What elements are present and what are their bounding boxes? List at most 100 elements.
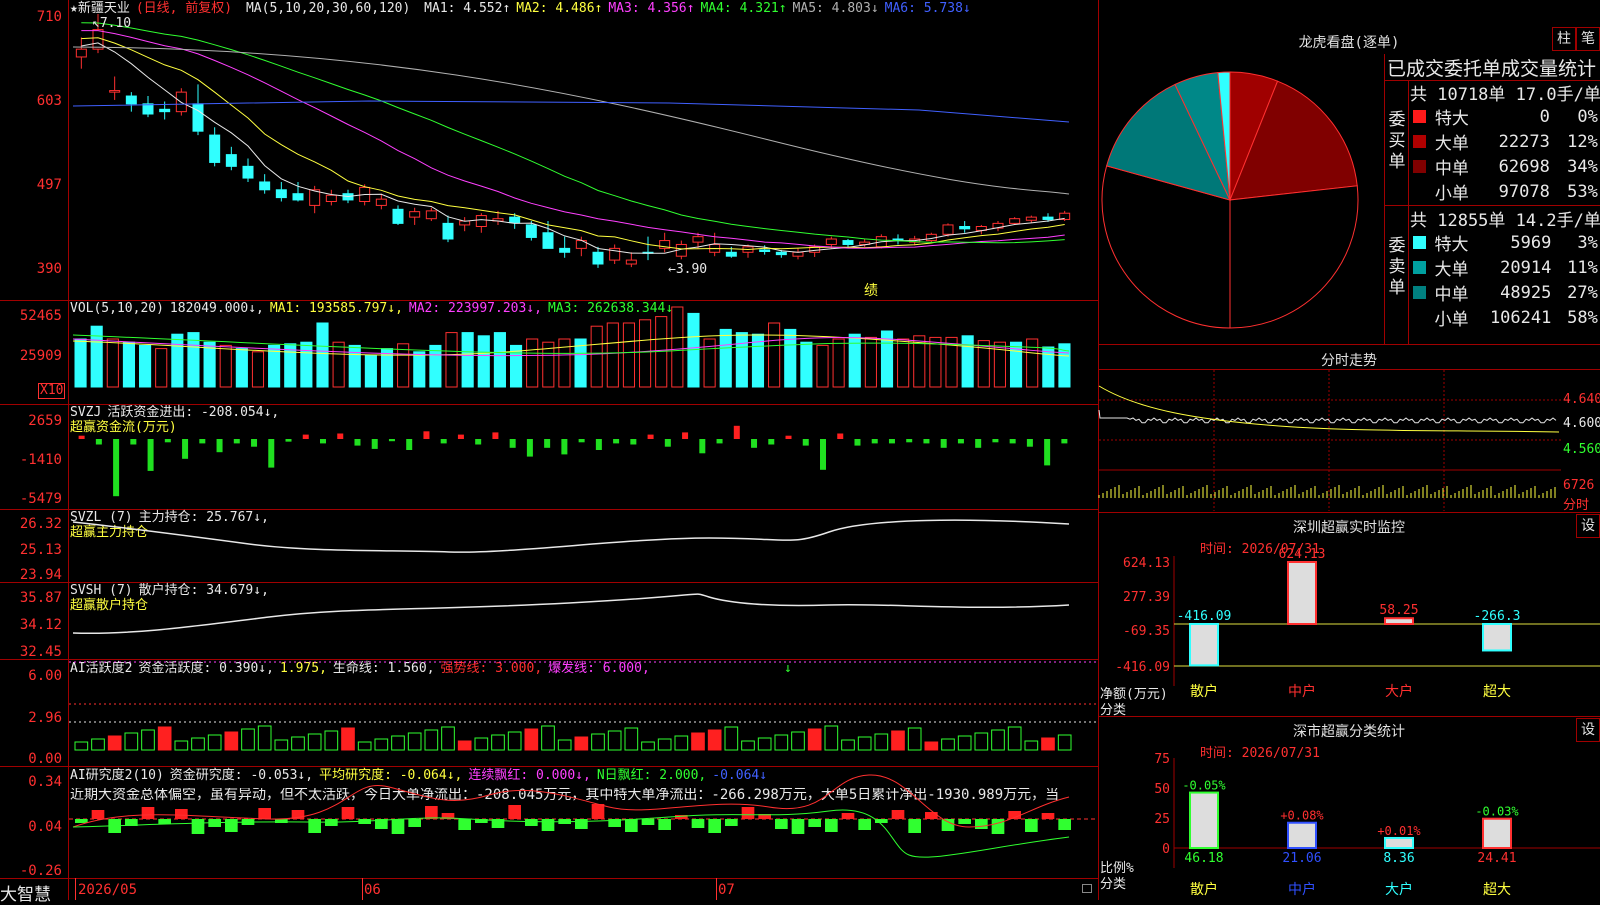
flow-bar bbox=[630, 439, 637, 445]
tick-mode-button[interactable]: 笔 bbox=[1576, 27, 1600, 51]
activity-bar bbox=[907, 727, 922, 751]
monitor-category: 中户 bbox=[1288, 683, 1316, 700]
activity-bar bbox=[807, 728, 822, 751]
flow-bar bbox=[130, 439, 137, 445]
svzj-chart[interactable] bbox=[69, 405, 1098, 509]
volume-cell: 106241 bbox=[1489, 307, 1552, 328]
rp-sep bbox=[1098, 512, 1600, 513]
flow-bar bbox=[785, 435, 792, 439]
intraday-chart[interactable] bbox=[1098, 370, 1561, 511]
flow-bar bbox=[613, 439, 620, 444]
candle-body bbox=[209, 134, 221, 163]
research-bar bbox=[825, 819, 838, 832]
monitor-category: 超大 bbox=[1483, 684, 1511, 700]
flow-bar bbox=[475, 439, 482, 445]
category-cell: 特大 bbox=[1434, 235, 1469, 255]
volume-cell: 20914 bbox=[1500, 257, 1552, 278]
buy-stats: 共 10718单 17.0手/单 特大 0 0% 大单 22273 12% 中单 62698 3… bbox=[1410, 80, 1600, 204]
ai-active-chart[interactable] bbox=[69, 660, 1098, 766]
volume-bar bbox=[832, 338, 845, 388]
activity-bar bbox=[974, 732, 989, 751]
candle-body bbox=[125, 95, 137, 105]
candle-body bbox=[375, 198, 387, 206]
research-bar bbox=[641, 819, 655, 825]
research-bar bbox=[408, 819, 421, 827]
flow-bar bbox=[871, 439, 878, 444]
candle-body bbox=[725, 251, 737, 257]
research-bar bbox=[908, 819, 921, 833]
svzl-ytick: 26.32 bbox=[19, 516, 62, 532]
lh-border bbox=[1408, 80, 1409, 344]
volume-bar bbox=[864, 336, 877, 388]
classify-change: +0.01% bbox=[1377, 824, 1421, 838]
swatch-cell bbox=[1410, 255, 1432, 280]
monitor-settings-button[interactable]: 设 bbox=[1576, 514, 1600, 538]
category-cell: 小单 bbox=[1434, 184, 1469, 204]
research-bar bbox=[891, 810, 905, 819]
svzl-chart[interactable] bbox=[69, 510, 1098, 582]
svzl-ytick: 23.94 bbox=[19, 567, 62, 583]
flow-bar bbox=[302, 434, 309, 439]
activity-bar bbox=[141, 729, 155, 751]
research-bar bbox=[75, 819, 88, 823]
activity-bar bbox=[274, 739, 289, 751]
flow-bar bbox=[423, 431, 430, 439]
research-bar bbox=[575, 819, 588, 829]
volume-bar bbox=[606, 322, 619, 388]
ai-research-chart[interactable] bbox=[69, 767, 1098, 878]
xtick-label: 2026/05 bbox=[78, 882, 138, 898]
volume-bar bbox=[219, 344, 232, 388]
volume-bar bbox=[639, 319, 652, 388]
activity-bar bbox=[724, 726, 739, 751]
classify-bar bbox=[1384, 836, 1414, 850]
classify-settings-button[interactable]: 设 bbox=[1576, 718, 1600, 742]
flow-bar bbox=[371, 439, 378, 449]
activity-bar bbox=[657, 738, 672, 751]
volume-bar bbox=[106, 338, 119, 388]
candle-body bbox=[1025, 216, 1037, 221]
activity-bar bbox=[891, 730, 905, 751]
color-swatch bbox=[1413, 160, 1426, 173]
classify-title: 深市超赢分类统计 bbox=[1293, 724, 1405, 740]
research-bar bbox=[991, 819, 1005, 834]
activity-bar bbox=[774, 734, 789, 751]
classify-bar bbox=[1189, 791, 1219, 849]
candlestick-chart[interactable] bbox=[69, 0, 1098, 300]
lock-icon[interactable] bbox=[1082, 884, 1092, 893]
research-bar bbox=[91, 810, 105, 819]
longhu-title: 龙虎看盘(逐单) bbox=[1298, 35, 1400, 51]
candle-body bbox=[775, 251, 787, 256]
svsh-chart[interactable] bbox=[69, 583, 1098, 659]
xtick bbox=[362, 878, 363, 900]
volume-chart[interactable] bbox=[69, 301, 1098, 404]
volume-cell: 62698 bbox=[1498, 156, 1550, 177]
pct-cell: 0% bbox=[1577, 106, 1598, 127]
research-bar bbox=[141, 807, 155, 819]
monitor-bar-chart[interactable]: 624.13 277.39 -69.35 -416.09 -416.09 散户 624.13… bbox=[1100, 547, 1600, 714]
volume-bar bbox=[251, 351, 265, 388]
activity-bar bbox=[1057, 734, 1072, 751]
swatch-cell bbox=[1410, 154, 1432, 179]
flow-bar bbox=[1044, 439, 1051, 466]
research-bar bbox=[508, 805, 521, 819]
classify-bar-chart[interactable]: 75 50 25 0 -0.05% 46.18 散户 +0.08% 21.06 中户 +0.01% 8… bbox=[1100, 752, 1600, 900]
longhu-pie-chart[interactable] bbox=[1100, 52, 1380, 342]
flow-bar bbox=[820, 439, 826, 470]
volume-bar bbox=[800, 341, 813, 388]
pct-cell: 27% bbox=[1567, 282, 1598, 303]
flow-bar bbox=[751, 439, 758, 448]
classify-category: 超大 bbox=[1483, 882, 1511, 898]
buy-orders-label: 委买单 bbox=[1388, 110, 1406, 172]
flow-bar bbox=[285, 439, 292, 442]
ma-line bbox=[81, 37, 1065, 251]
flow-bar bbox=[354, 439, 361, 446]
activity-bar bbox=[241, 728, 255, 751]
classify-change: -0.03% bbox=[1475, 805, 1519, 819]
volume-bar bbox=[445, 332, 458, 388]
ytick: 603 bbox=[36, 93, 62, 109]
flow-bar bbox=[1061, 439, 1068, 444]
retail-position-line bbox=[72, 593, 1070, 635]
bar-mode-button[interactable]: 柱 bbox=[1552, 27, 1576, 51]
pie-slice bbox=[1229, 185, 1359, 329]
event-mark[interactable]: 绩 bbox=[864, 280, 878, 300]
